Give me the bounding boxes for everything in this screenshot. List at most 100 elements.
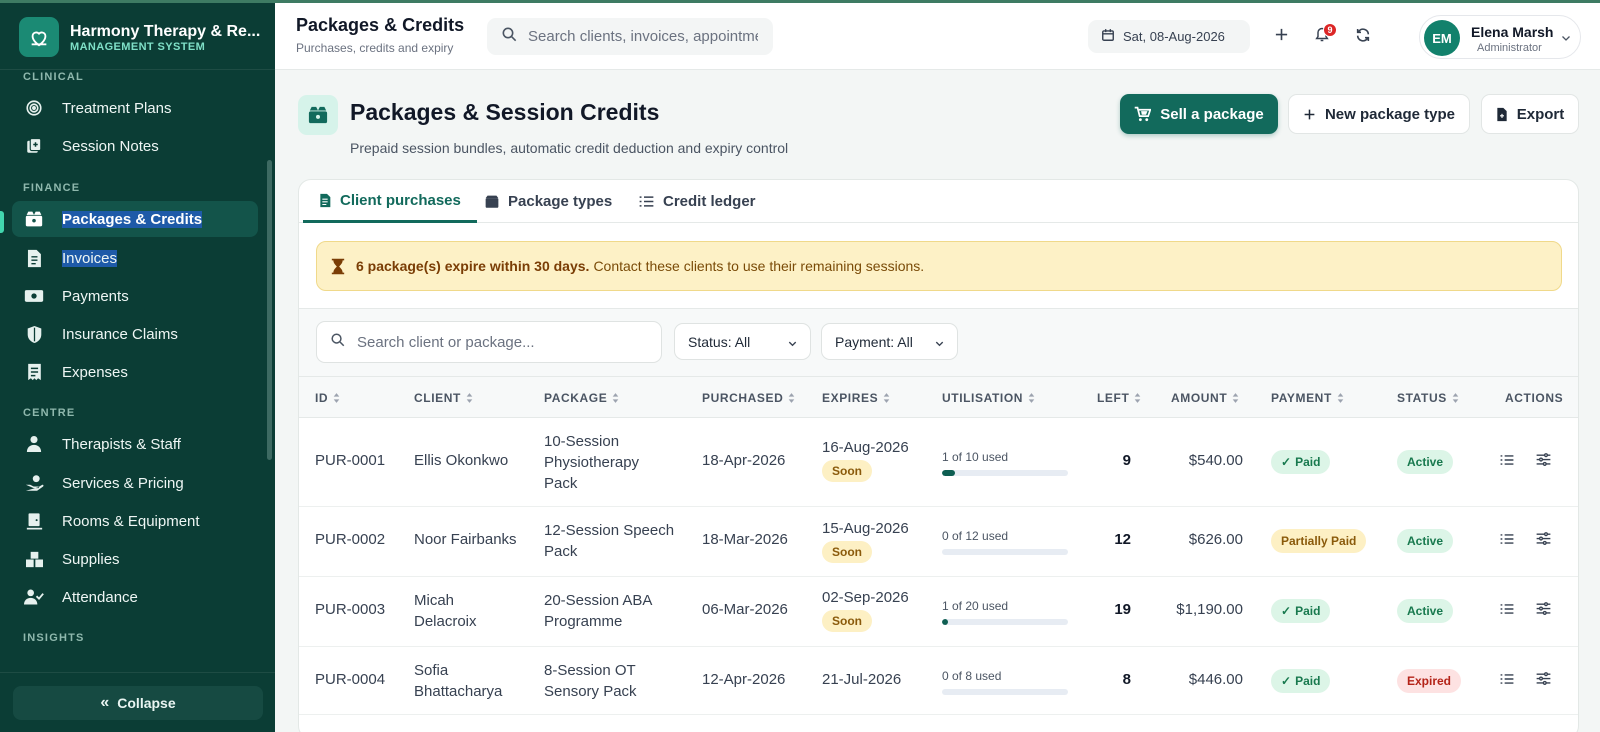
sidebar-item-attendance[interactable]: Attendance (12, 579, 258, 615)
adjust-button[interactable] (1533, 601, 1553, 621)
column-header-package[interactable]: PACKAGE (544, 391, 619, 405)
adjust-button[interactable] (1533, 452, 1553, 472)
table-row[interactable]: PUR-0004 Sofia Bhattacharya 8-Session OT… (299, 647, 1578, 715)
adjust-button[interactable] (1533, 671, 1553, 691)
avatar: EM (1424, 20, 1460, 56)
tab-credit-ledger[interactable]: Credit ledger (639, 180, 756, 223)
tab-label: Credit ledger (663, 193, 756, 210)
sidebar-item-services-pricing[interactable]: Services & Pricing (12, 465, 258, 501)
cell-id: PUR-0004 (315, 671, 386, 688)
cell-package: 20-Session ABA Programme (544, 592, 652, 630)
sidebar-item-treatment-plans[interactable]: Treatment Plans (12, 90, 258, 126)
check-icon: ✓ (1281, 674, 1292, 688)
tab-bar: Client purchases Package types Credit le… (299, 180, 1578, 223)
page-packages-icon (298, 95, 338, 135)
chevron-down-icon (787, 336, 798, 352)
status-badge: Expired (1397, 669, 1462, 693)
sidebar: Harmony Therapy & Re... MANAGEMENT SYSTE… (0, 0, 275, 732)
notification-count-badge: 9 (1323, 23, 1337, 37)
cell-purchased: 18-Apr-2026 (702, 452, 786, 469)
sidebar-item-expenses[interactable]: Expenses (12, 354, 258, 390)
column-header-id[interactable]: ID (315, 391, 340, 405)
expiry-soon-badge: Soon (822, 541, 872, 563)
user-check-icon (24, 587, 44, 607)
view-ledger-button[interactable] (1497, 531, 1517, 551)
sidebar-item-supplies[interactable]: Supplies (12, 541, 258, 577)
payment-badge: ✓ Paid (1271, 450, 1331, 474)
brand-logo-icon (19, 17, 59, 57)
view-ledger-button[interactable] (1497, 671, 1517, 691)
sidebar-scrollbar[interactable] (267, 160, 272, 460)
plus-icon (1303, 108, 1316, 121)
cart-icon (1134, 106, 1152, 122)
utilisation-bar (942, 689, 1068, 695)
status-filter-value: Status: All (688, 333, 751, 350)
section-label-centre: CENTRE (23, 407, 76, 419)
active-indicator (0, 211, 4, 233)
notifications-button[interactable]: 9 (1308, 23, 1337, 51)
cell-left: 12 (1114, 531, 1131, 548)
sidebar-item-insurance-claims[interactable]: Insurance Claims (12, 316, 258, 352)
date-display[interactable]: Sat, 08-Aug-2026 (1088, 20, 1250, 53)
cell-amount: $1,190.00 (1176, 601, 1243, 618)
table-search-input[interactable] (357, 333, 647, 351)
supplies-icon (24, 549, 44, 569)
export-button[interactable]: Export (1481, 94, 1579, 134)
global-search-input[interactable] (528, 28, 758, 45)
collapse-button[interactable]: « Collapse (13, 686, 263, 720)
refresh-button[interactable] (1349, 23, 1377, 51)
user-menu[interactable]: EM Elena Marsh Administrator (1419, 15, 1581, 59)
sidebar-item-label: Attendance (62, 588, 138, 606)
column-header-amount[interactable]: AMOUNT (1171, 391, 1239, 405)
sort-icon (1337, 393, 1344, 403)
payment-badge: ✓ Paid (1271, 669, 1331, 693)
target-icon (24, 98, 44, 118)
sidebar-item-therapists-staff[interactable]: Therapists & Staff (12, 426, 258, 462)
sliders-icon (1536, 453, 1551, 471)
table-row[interactable]: PUR-0001 Ellis Okonkwo 10-Session Physio… (299, 418, 1578, 507)
cell-amount: $626.00 (1188, 531, 1243, 548)
sidebar-item-session-notes[interactable]: Session Notes (12, 128, 258, 164)
table-search (316, 321, 662, 363)
cell-package: 10-Session Physiotherapy Pack (544, 433, 640, 492)
column-header-client[interactable]: CLIENT (414, 391, 473, 405)
add-button[interactable] (1267, 23, 1295, 51)
user-role: Administrator (1477, 42, 1542, 54)
top-accent-line (0, 0, 1600, 3)
section-label-insights: INSIGHTS (23, 632, 85, 644)
adjust-button[interactable] (1533, 531, 1553, 551)
table-row[interactable]: PUR-0002 Noor Fairbanks 12-Session Speec… (299, 507, 1578, 577)
sidebar-item-label: Packages & Credits (62, 210, 203, 228)
new-package-type-button[interactable]: New package type (1288, 94, 1470, 134)
view-ledger-button[interactable] (1497, 601, 1517, 621)
room-icon (24, 511, 44, 531)
cell-left: 8 (1122, 671, 1131, 688)
sidebar-item-rooms-equipment[interactable]: Rooms & Equipment (12, 503, 258, 539)
utilisation-bar (942, 549, 1068, 555)
tab-client-purchases[interactable]: Client purchases (303, 180, 477, 223)
check-icon: ✓ (1281, 604, 1292, 618)
sliders-icon (1536, 532, 1551, 550)
column-header-utilisation[interactable]: UTILISATION (942, 391, 1035, 405)
payment-filter-select[interactable]: Payment: All (821, 323, 958, 360)
column-header-payment[interactable]: PAYMENT (1271, 391, 1344, 405)
brand-subtitle: MANAGEMENT SYSTEM (70, 41, 206, 53)
view-ledger-button[interactable] (1497, 452, 1517, 472)
sidebar-item-payments[interactable]: Payments (12, 278, 258, 314)
column-header-left[interactable]: LEFT (1097, 391, 1141, 405)
table-row[interactable]: PUR-0003 Micah Delacroix 20-Session ABA … (299, 577, 1578, 647)
sell-package-button[interactable]: Sell a package (1120, 94, 1278, 134)
invoice-icon (24, 248, 44, 268)
status-filter-select[interactable]: Status: All (674, 323, 811, 360)
cell-client: Sofia Bhattacharya (414, 662, 503, 700)
column-header-purchased[interactable]: PURCHASED (702, 391, 795, 405)
sidebar-item-invoices[interactable]: Invoices (12, 240, 258, 276)
column-header-expires[interactable]: EXPIRES (822, 391, 890, 405)
page-title: Packages & Session Credits (350, 99, 660, 125)
payments-icon (24, 286, 44, 306)
column-header-status[interactable]: STATUS (1397, 391, 1459, 405)
tab-package-types[interactable]: Package types (485, 180, 612, 223)
new-package-type-label: New package type (1324, 105, 1456, 123)
sidebar-item-packages-credits[interactable]: Packages & Credits (12, 201, 258, 237)
brand-name: Harmony Therapy & Re... (70, 23, 261, 40)
